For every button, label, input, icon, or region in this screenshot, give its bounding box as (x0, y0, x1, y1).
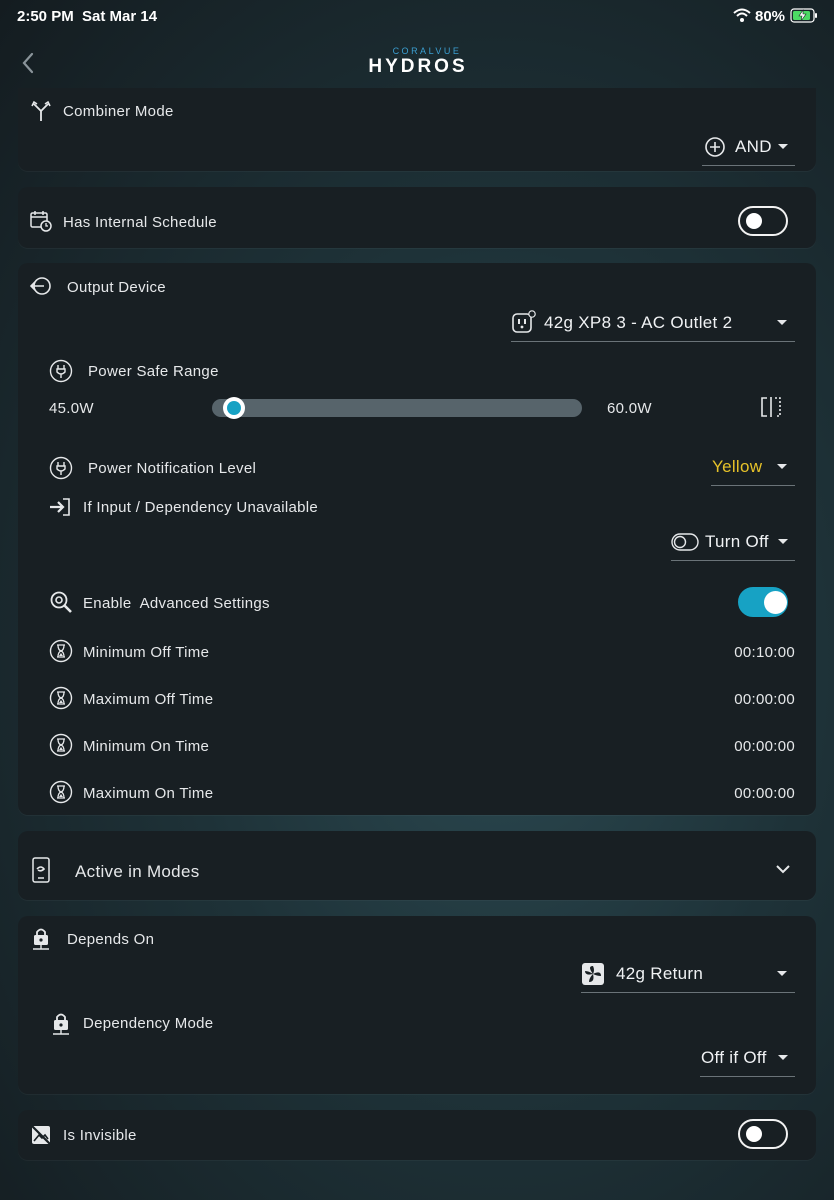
power-plug-icon (49, 359, 73, 383)
depends-on-dropdown[interactable]: 42g Return (581, 956, 795, 993)
status-time: 2:50 PM (17, 8, 74, 25)
active-modes-label: Active in Modes (75, 862, 200, 881)
is-invisible-toggle[interactable] (738, 1119, 788, 1149)
power-range-min: 45.0W (49, 400, 94, 417)
timer-label: Maximum Off Time (83, 691, 214, 708)
timer-value[interactable]: 00:00:00 (695, 738, 795, 755)
fork-arrows-icon (31, 100, 51, 121)
unavailable-action-value: Turn Off (705, 532, 769, 551)
logo-hydros: HYDROS (368, 56, 468, 77)
power-range-slider-thumb[interactable] (223, 397, 245, 419)
calendar-clock-icon (30, 211, 52, 232)
chevron-down-icon (777, 320, 787, 325)
output-device-card: Output Device 42g XP8 3 - AC Outlet 2 Po… (18, 263, 816, 815)
is-invisible-label: Is Invisible (63, 1127, 137, 1144)
split-view-icon[interactable] (760, 396, 782, 418)
combiner-mode-label: Combiner Mode (63, 103, 174, 120)
status-date: Sat Mar 14 (82, 8, 158, 25)
dependency-mode-dropdown[interactable]: Off if Off (700, 1040, 795, 1077)
slider-thumb-center (227, 401, 241, 415)
chevron-down-icon (777, 971, 787, 976)
depends-on-value: 42g Return (616, 964, 704, 983)
hourglass-icon (49, 639, 73, 663)
output-device-value: 42g XP8 3 - AC Outlet 2 (544, 313, 733, 332)
is-invisible-card: Is Invisible (18, 1110, 816, 1160)
internal-schedule-toggle[interactable] (738, 206, 788, 236)
chevron-down-icon (778, 144, 788, 149)
active-modes-card[interactable]: Active in Modes (18, 831, 816, 900)
depends-on-label: Depends On (67, 931, 155, 948)
lock-dependency-icon (33, 928, 49, 950)
chevron-down-icon (778, 1055, 788, 1060)
logo-coralvue: CORALVUE (392, 46, 462, 56)
status-bar: 2:50 PM Sat Mar 14 80% (0, 0, 834, 34)
hourglass-icon (49, 780, 73, 804)
advanced-settings-label: Enable Advanced Settings (83, 595, 270, 612)
back-chevron-icon[interactable] (16, 50, 42, 76)
unavailable-label: If Input / Dependency Unavailable (83, 499, 319, 516)
login-arrow-icon (50, 498, 70, 516)
toggle-knob (746, 1126, 762, 1142)
dependency-mode-label: Dependency Mode (83, 1015, 214, 1032)
outlet-icon (512, 310, 536, 333)
hydros-logo: CORALVUE HYDROS (366, 46, 470, 80)
lock-dependency-icon (53, 1013, 69, 1035)
internal-schedule-card: Has Internal Schedule (18, 187, 816, 248)
plus-circle-icon (705, 137, 725, 157)
hidden-image-icon (31, 1125, 51, 1145)
fan-pump-icon (582, 963, 604, 985)
notification-level-value: Yellow (712, 457, 763, 476)
power-range-max: 60.0W (607, 400, 652, 417)
output-arrow-icon (30, 277, 51, 295)
power-notification-label: Power Notification Level (88, 460, 257, 477)
hourglass-icon (49, 686, 73, 710)
output-device-dropdown[interactable]: 42g XP8 3 - AC Outlet 2 (511, 305, 795, 342)
phone-mode-icon (32, 857, 50, 883)
battery-percentage: 80% (755, 8, 786, 25)
timer-value[interactable]: 00:00:00 (695, 691, 795, 708)
depends-on-card: Depends On 42g Return Dependency Mode Of… (18, 916, 816, 1094)
power-safe-range-label: Power Safe Range (88, 363, 219, 380)
search-gear-icon (50, 591, 72, 613)
chevron-down-icon (778, 539, 788, 544)
internal-schedule-label: Has Internal Schedule (63, 214, 217, 231)
wifi-icon (733, 8, 751, 22)
power-plug-icon (49, 456, 73, 480)
timer-label: Minimum On Time (83, 738, 210, 755)
advanced-settings-toggle[interactable] (738, 587, 788, 617)
notification-level-dropdown[interactable]: Yellow (711, 449, 795, 486)
power-range-slider-track[interactable] (212, 399, 582, 417)
dependency-mode-value: Off if Off (701, 1048, 767, 1067)
combiner-mode-dropdown[interactable]: AND (702, 129, 795, 166)
hourglass-icon (49, 733, 73, 757)
toggle-outline-icon (671, 533, 699, 551)
chevron-down-icon[interactable] (775, 864, 791, 874)
battery-charging-icon (790, 8, 817, 23)
timer-value[interactable]: 00:10:00 (695, 644, 795, 661)
unavailable-action-dropdown[interactable]: Turn Off (671, 524, 795, 561)
timer-value[interactable]: 00:00:00 (695, 785, 795, 802)
output-device-label: Output Device (67, 279, 166, 296)
chevron-down-icon (777, 464, 787, 469)
timer-label: Minimum Off Time (83, 644, 210, 661)
combiner-mode-card: Combiner Mode AND (18, 88, 816, 171)
toggle-knob (764, 591, 787, 614)
timer-label: Maximum On Time (83, 785, 214, 802)
toggle-knob (746, 213, 762, 229)
nav-bar: CORALVUE HYDROS (0, 34, 834, 90)
combiner-mode-value: AND (735, 137, 772, 156)
